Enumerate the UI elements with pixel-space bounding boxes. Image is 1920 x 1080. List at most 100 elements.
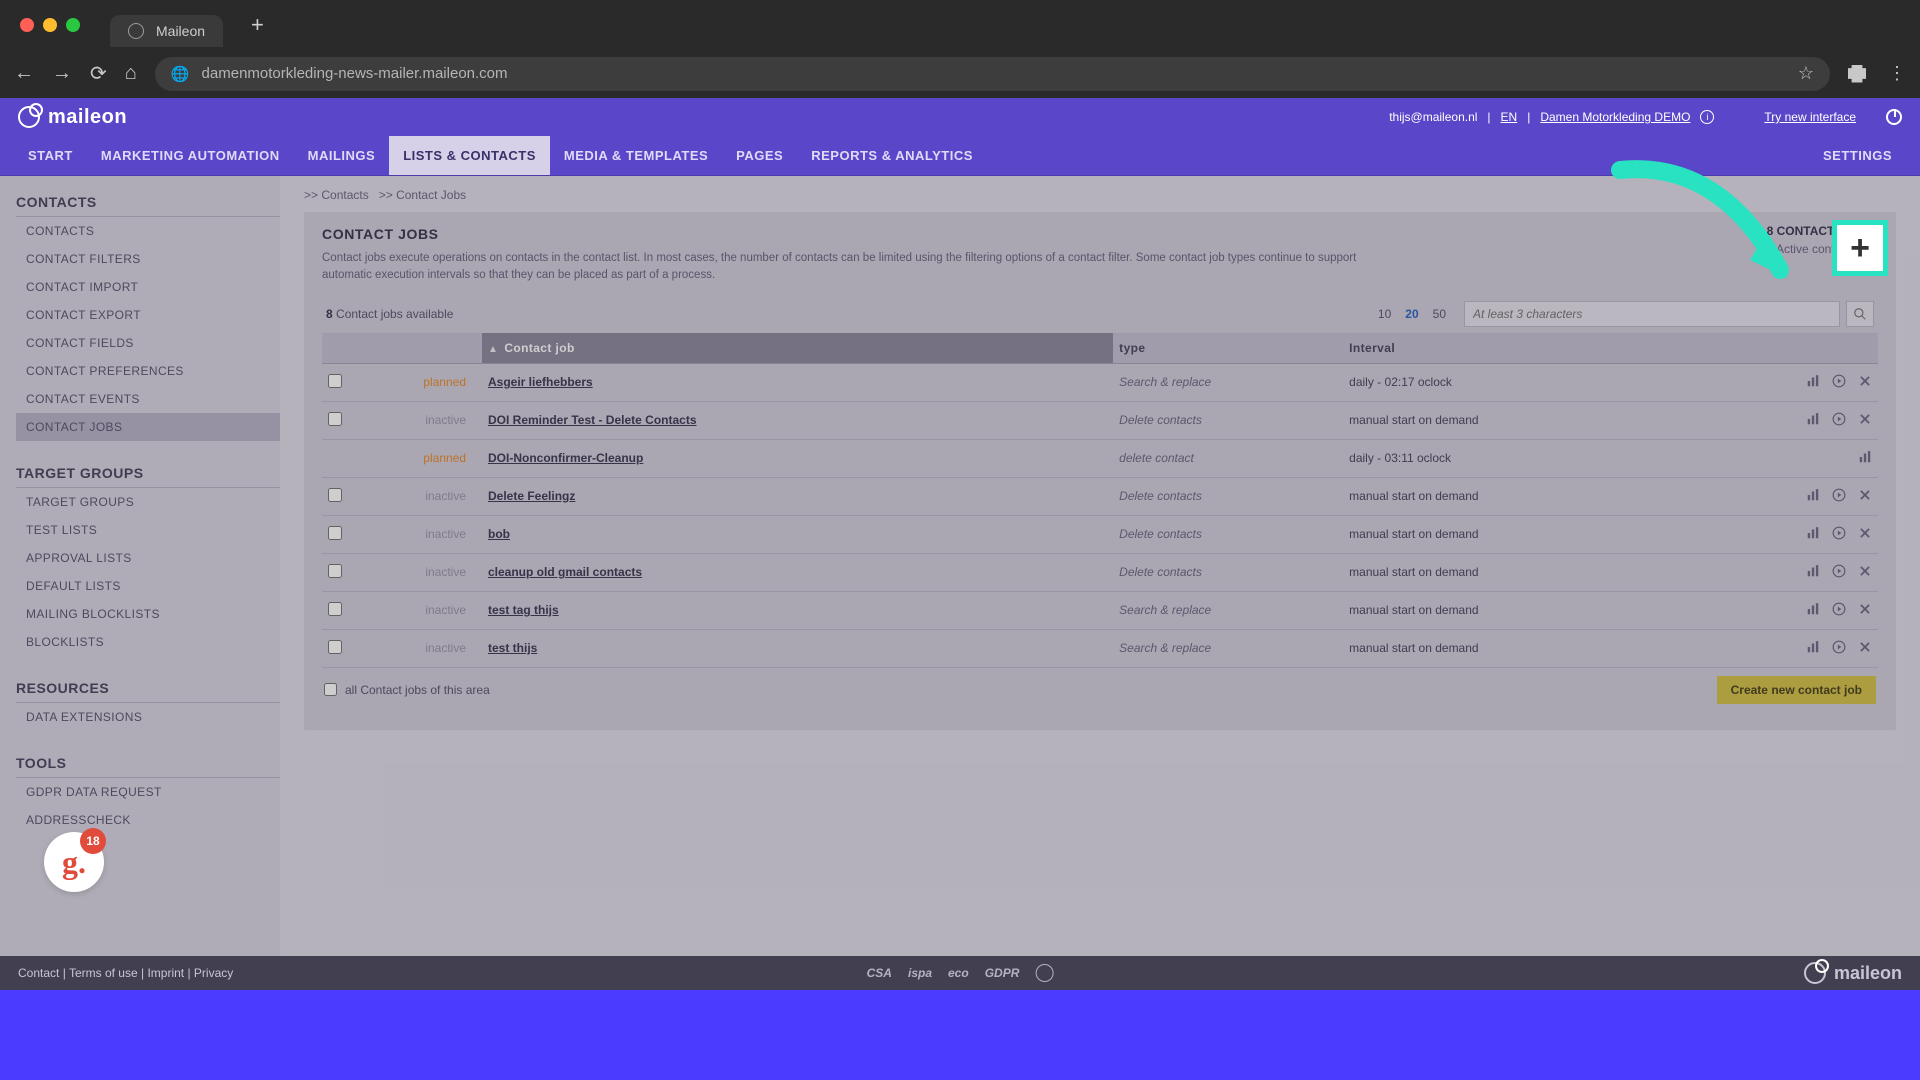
browser-menu-icon[interactable]: ⋮ — [1888, 63, 1906, 84]
nav-mailings[interactable]: MAILINGS — [294, 136, 390, 175]
row-checkbox[interactable] — [328, 602, 342, 616]
footer-link-contact[interactable]: Contact — [18, 966, 59, 980]
row-action-play-icon[interactable] — [1832, 374, 1846, 391]
row-checkbox[interactable] — [328, 640, 342, 654]
new-tab-button[interactable]: + — [251, 12, 264, 38]
sidebar-item-contact-export[interactable]: CONTACT EXPORT — [16, 301, 280, 329]
footer-link-imprint[interactable]: Imprint — [147, 966, 184, 980]
window-controls[interactable] — [20, 18, 80, 32]
row-job-link[interactable]: test tag thijs — [488, 603, 559, 617]
page-size-50[interactable]: 50 — [1433, 307, 1446, 321]
nav-marketing-automation[interactable]: MARKETING AUTOMATION — [87, 136, 294, 175]
row-action-stats-icon[interactable] — [1806, 374, 1820, 391]
footer-link-terms-of-use[interactable]: Terms of use — [69, 966, 138, 980]
home-icon[interactable]: ⌂ — [125, 62, 137, 85]
forward-icon[interactable]: → — [52, 62, 72, 85]
sidebar-item-contact-filters[interactable]: CONTACT FILTERS — [16, 245, 280, 273]
footer-link-privacy[interactable]: Privacy — [194, 966, 233, 980]
bookmark-icon[interactable]: ☆ — [1798, 63, 1814, 84]
row-action-stats-icon[interactable] — [1806, 602, 1820, 619]
browser-tab[interactable]: Maileon — [110, 15, 223, 47]
sidebar-item-mailing-blocklists[interactable]: MAILING BLOCKLISTS — [16, 600, 280, 628]
row-job-link[interactable]: Asgeir liefhebbers — [488, 375, 593, 389]
sidebar-item-test-lists[interactable]: TEST LISTS — [16, 516, 280, 544]
row-checkbox[interactable] — [328, 526, 342, 540]
back-icon[interactable]: ← — [14, 62, 34, 85]
sidebar-item-contact-import[interactable]: CONTACT IMPORT — [16, 273, 280, 301]
breadcrumb-contacts[interactable]: Contacts — [321, 188, 368, 202]
search-button[interactable] — [1846, 301, 1874, 327]
row-action-del-icon[interactable] — [1858, 640, 1872, 657]
sidebar-item-contact-fields[interactable]: CONTACT FIELDS — [16, 329, 280, 357]
nav-media-templates[interactable]: MEDIA & TEMPLATES — [550, 136, 722, 175]
row-action-play-icon[interactable] — [1832, 412, 1846, 429]
row-action-play-icon[interactable] — [1832, 640, 1846, 657]
reload-icon[interactable]: ⟳ — [90, 61, 107, 86]
row-checkbox[interactable] — [328, 564, 342, 578]
nav-pages[interactable]: PAGES — [722, 136, 797, 175]
row-job-link[interactable]: DOI Reminder Test - Delete Contacts — [488, 413, 697, 427]
row-action-stats-icon[interactable] — [1858, 450, 1872, 467]
breadcrumb-contact-jobs[interactable]: Contact Jobs — [396, 188, 466, 202]
row-action-del-icon[interactable] — [1858, 488, 1872, 505]
url-bar[interactable]: 🌐 damenmotorkleding-news-mailer.maileon.… — [155, 57, 1830, 91]
sidebar-item-target-groups[interactable]: TARGET GROUPS — [16, 488, 280, 516]
row-action-del-icon[interactable] — [1858, 602, 1872, 619]
col-job[interactable]: ▲Contact job — [482, 333, 1113, 364]
sidebar-item-contact-preferences[interactable]: CONTACT PREFERENCES — [16, 357, 280, 385]
sidebar-item-blocklists[interactable]: BLOCKLISTS — [16, 628, 280, 656]
row-checkbox[interactable] — [328, 374, 342, 388]
help-widget[interactable]: g. 18 — [44, 832, 104, 892]
maximize-window-icon[interactable] — [66, 18, 80, 32]
sidebar-item-data-extensions[interactable]: DATA EXTENSIONS — [16, 703, 280, 731]
row-job-link[interactable]: DOI-Nonconfirmer-Cleanup — [488, 451, 643, 465]
account-link[interactable]: Damen Motorkleding DEMO — [1540, 110, 1690, 124]
nav-reports-analytics[interactable]: REPORTS & ANALYTICS — [797, 136, 987, 175]
row-action-play-icon[interactable] — [1832, 488, 1846, 505]
row-job-link[interactable]: test thijs — [488, 641, 537, 655]
sidebar-item-contacts[interactable]: CONTACTS — [16, 217, 280, 245]
row-action-play-icon[interactable] — [1832, 526, 1846, 543]
brand[interactable]: maileon — [18, 106, 127, 129]
col-type[interactable]: type — [1113, 333, 1343, 364]
footer-badge-gdpr: GDPR — [985, 966, 1020, 980]
sidebar-item-approval-lists[interactable]: APPROVAL LISTS — [16, 544, 280, 572]
create-contact-job-button[interactable]: Create new contact job — [1717, 676, 1876, 704]
row-action-play-icon[interactable] — [1832, 564, 1846, 581]
annotation-add-button[interactable]: + — [1832, 220, 1888, 276]
extensions-icon[interactable] — [1848, 65, 1866, 83]
row-action-stats-icon[interactable] — [1806, 640, 1820, 657]
row-action-del-icon[interactable] — [1858, 412, 1872, 429]
sidebar-item-contact-events[interactable]: CONTACT EVENTS — [16, 385, 280, 413]
sidebar-item-contact-jobs[interactable]: CONTACT JOBS — [16, 413, 280, 441]
minimize-window-icon[interactable] — [43, 18, 57, 32]
logout-icon[interactable] — [1886, 109, 1902, 125]
row-action-stats-icon[interactable] — [1806, 488, 1820, 505]
row-job-link[interactable]: cleanup old gmail contacts — [488, 565, 642, 579]
sidebar-item-gdpr-data-request[interactable]: GDPR DATA REQUEST — [16, 778, 280, 806]
select-all-checkbox[interactable] — [324, 683, 337, 696]
row-checkbox[interactable] — [328, 412, 342, 426]
sidebar-item-default-lists[interactable]: DEFAULT LISTS — [16, 572, 280, 600]
row-action-del-icon[interactable] — [1858, 374, 1872, 391]
row-action-stats-icon[interactable] — [1806, 526, 1820, 543]
row-action-stats-icon[interactable] — [1806, 564, 1820, 581]
row-job-link[interactable]: bob — [488, 527, 510, 541]
row-action-del-icon[interactable] — [1858, 526, 1872, 543]
row-action-play-icon[interactable] — [1832, 602, 1846, 619]
sidebar-item-addresscheck[interactable]: ADDRESSCHECK — [16, 806, 280, 834]
page-size-10[interactable]: 10 — [1378, 307, 1391, 321]
row-job-link[interactable]: Delete Feelingz — [488, 489, 575, 503]
close-window-icon[interactable] — [20, 18, 34, 32]
nav-start[interactable]: START — [14, 136, 87, 175]
info-icon[interactable]: i — [1700, 110, 1714, 124]
nav-lists-contacts[interactable]: LISTS & CONTACTS — [389, 136, 550, 175]
row-checkbox[interactable] — [328, 488, 342, 502]
row-action-stats-icon[interactable] — [1806, 412, 1820, 429]
site-info-icon[interactable]: 🌐 — [171, 65, 190, 83]
try-new-interface-link[interactable]: Try new interface — [1764, 110, 1856, 124]
col-interval[interactable]: Interval — [1343, 333, 1748, 364]
row-action-del-icon[interactable] — [1858, 564, 1872, 581]
page-size-20[interactable]: 20 — [1405, 307, 1418, 321]
language-switch[interactable]: EN — [1501, 110, 1518, 124]
